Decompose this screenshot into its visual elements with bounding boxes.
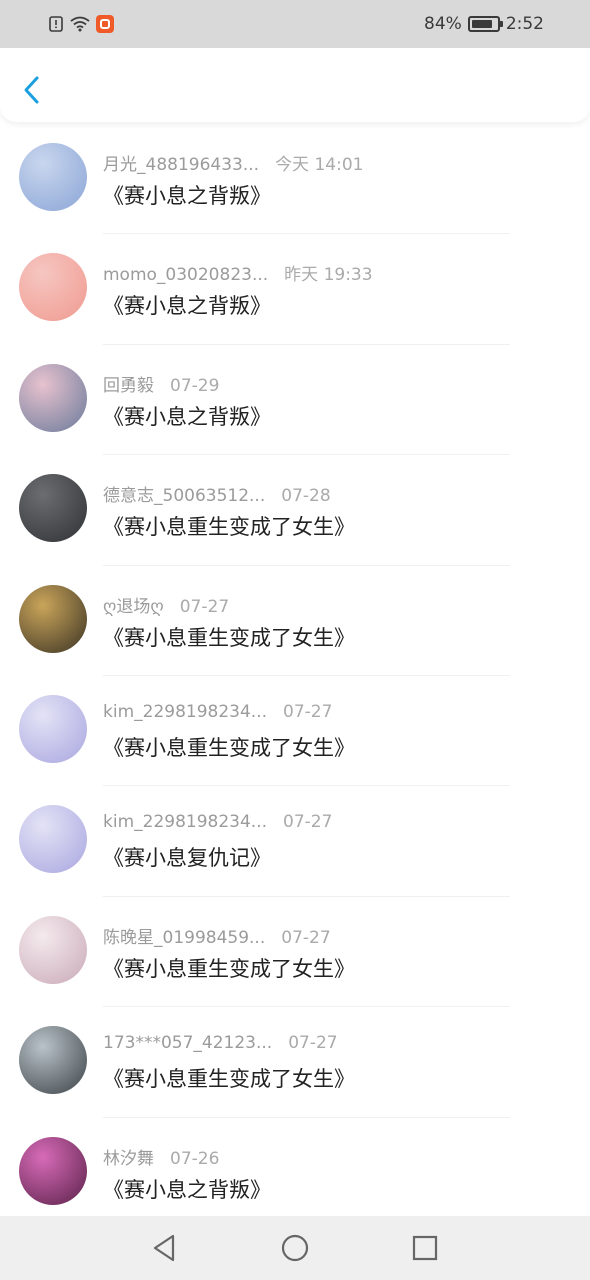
book-title: 《赛小息重生变成了女生》: [103, 515, 355, 540]
chevron-left-icon: [24, 76, 39, 104]
list-item[interactable]: momo_03020823... 昨天 19:33 《赛小息之背叛》: [0, 234, 590, 345]
timestamp: 今天 14:01: [275, 155, 364, 175]
message-list: 月光_488196433... 今天 14:01 《赛小息之背叛》 momo_0302…: [0, 124, 590, 1228]
user-name: kim_2298198234...: [103, 701, 267, 722]
top-bar: [0, 48, 590, 122]
avatar[interactable]: [19, 915, 87, 984]
avatar[interactable]: [19, 363, 87, 432]
list-item[interactable]: kim_2298198234... 07-27 《赛小息复仇记》: [0, 786, 590, 897]
avatar[interactable]: [19, 253, 87, 322]
list-item[interactable]: 林汐舞 07-26 《赛小息之背叛》: [0, 1118, 590, 1228]
user-name: 173***057_42123...: [103, 1033, 273, 1054]
battery-percent: 84%: [424, 14, 462, 34]
book-title: 《赛小息之背叛》: [103, 184, 271, 208]
system-nav-bar: [0, 1216, 590, 1280]
status-icons-right: 84% 2:52: [424, 14, 544, 34]
timestamp: 07-27: [281, 927, 331, 948]
list-item[interactable]: 173***057_42123... 07-27 《赛小息重生变成了女生》: [0, 1007, 590, 1118]
item-meta: 173***057_42123... 07-27: [103, 1033, 338, 1057]
book-title: 《赛小息重生变成了女生》: [103, 1067, 355, 1092]
sim-alert-icon: [49, 16, 63, 32]
avatar[interactable]: [19, 805, 87, 874]
user-name: kim_2298198234...: [103, 812, 267, 833]
status-bar: 84% 2:52: [0, 0, 590, 48]
battery-level: [471, 20, 492, 28]
avatar[interactable]: [19, 1026, 87, 1095]
list-item[interactable]: 德意志_50063512... 07-28 《赛小息重生变成了女生》: [0, 455, 590, 566]
recent-square-icon: [412, 1235, 438, 1261]
timestamp: 07-27: [288, 1033, 338, 1054]
list-item[interactable]: 月光_488196433... 今天 14:01 《赛小息之背叛》: [0, 124, 590, 235]
back-triangle-icon: [153, 1234, 175, 1262]
battery-icon: [467, 16, 503, 32]
avatar[interactable]: [19, 474, 87, 543]
wifi-icon: [70, 16, 90, 32]
timestamp: 07-27: [283, 701, 333, 722]
nav-back-button[interactable]: [148, 1231, 182, 1265]
item-meta: kim_2298198234... 07-27: [103, 702, 332, 726]
book-title: 《赛小息之背叛》: [103, 404, 271, 429]
list-item[interactable]: 回勇毅 07-29 《赛小息之背叛》: [0, 345, 590, 456]
app-notification-icon: [96, 15, 114, 33]
user-name: 陈晚星_01998459...: [103, 927, 266, 948]
nav-home-button[interactable]: [278, 1231, 312, 1265]
book-title: 《赛小息之背叛》: [103, 1177, 271, 1202]
item-meta: 德意志_50063512... 07-28: [103, 481, 331, 507]
user-name: 林汐舞: [103, 1148, 154, 1169]
clock: 2:52: [505, 14, 544, 34]
timestamp: 07-27: [283, 812, 333, 833]
book-title: 《赛小息重生变成了女生》: [103, 735, 355, 760]
item-meta: 陈晚星_01998459... 07-27: [103, 923, 331, 948]
status-icons-left: [48, 15, 114, 33]
book-title: 《赛小息复仇记》: [103, 846, 271, 871]
item-meta: momo_03020823... 昨天 19:33: [103, 260, 373, 286]
timestamp: 07-28: [281, 486, 331, 507]
back-button[interactable]: [16, 70, 48, 110]
book-title: 《赛小息重生变成了女生》: [103, 956, 355, 981]
item-meta: kim_2298198234... 07-27: [103, 812, 332, 836]
list-item[interactable]: kim_2298198234... 07-27 《赛小息重生变成了女生》: [0, 676, 590, 787]
avatar[interactable]: [19, 1136, 87, 1205]
item-meta: ღ退场ღ 07-27: [103, 592, 230, 617]
user-name: 德意志_50063512...: [103, 486, 266, 507]
item-meta: 月光_488196433... 今天 14:01: [103, 150, 364, 175]
timestamp: 昨天 19:33: [284, 265, 373, 286]
user-name: ღ退场ღ: [103, 596, 164, 617]
item-meta: 林汐舞 07-26: [103, 1144, 220, 1169]
timestamp: 07-26: [170, 1148, 220, 1169]
item-meta: 回勇毅 07-29: [103, 371, 220, 396]
nav-recent-button[interactable]: [408, 1231, 442, 1265]
user-name: 回勇毅: [103, 375, 154, 396]
avatar[interactable]: [19, 584, 87, 653]
book-title: 《赛小息之背叛》: [103, 294, 271, 319]
avatar[interactable]: [19, 694, 87, 763]
book-title: 《赛小息重生变成了女生》: [103, 625, 355, 650]
timestamp: 07-27: [179, 596, 230, 617]
list-item[interactable]: 陈晚星_01998459... 07-27 《赛小息重生变成了女生》: [0, 897, 590, 1008]
home-circle-icon: [281, 1234, 309, 1262]
list-item[interactable]: ღ退场ღ 07-27 《赛小息重生变成了女生》: [0, 566, 590, 676]
user-name: 月光_488196433...: [103, 155, 260, 175]
avatar[interactable]: [19, 143, 87, 211]
timestamp: 07-29: [170, 375, 220, 396]
user-name: momo_03020823...: [103, 265, 269, 286]
